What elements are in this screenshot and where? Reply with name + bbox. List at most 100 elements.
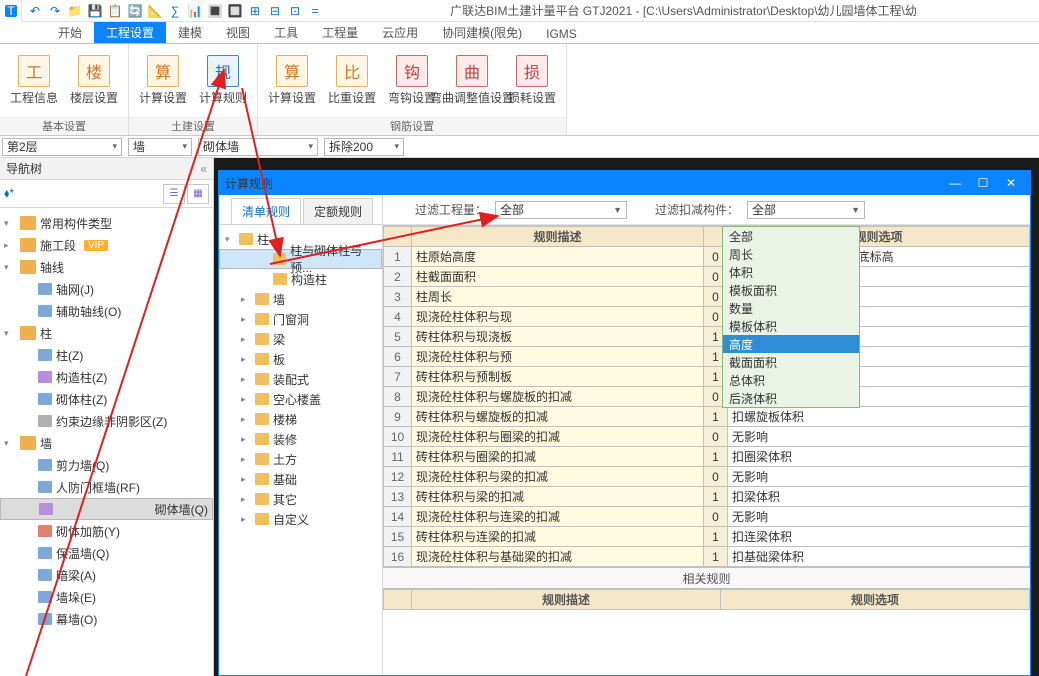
qa-icon[interactable]: 📋 xyxy=(106,2,124,20)
dropdown-option[interactable]: 总体积 xyxy=(723,371,859,389)
category-node[interactable]: ▸土方 xyxy=(219,449,382,469)
ribbon-tab[interactable]: 工程设置 xyxy=(94,22,166,43)
qa-icon[interactable]: ↶ xyxy=(26,2,44,20)
dropdown-option[interactable]: 周长 xyxy=(723,245,859,263)
tree-node[interactable]: 墙垛(E) xyxy=(0,586,213,608)
rule-row[interactable]: 2柱截面面积0截面面积 xyxy=(384,267,1030,287)
tree-node[interactable]: ▸施工段VIP xyxy=(0,234,213,256)
category-node[interactable]: ▸装修 xyxy=(219,429,382,449)
ribbon-tab[interactable]: 开始 xyxy=(46,22,94,43)
filter-select[interactable]: 砌体墙▾ xyxy=(198,138,318,156)
maximize-button[interactable]: ☐ xyxy=(970,173,996,193)
tree-node[interactable]: 辅助轴线(O) xyxy=(0,300,213,322)
category-node[interactable]: ▸梁 xyxy=(219,329,382,349)
qa-icon[interactable]: 🔲 xyxy=(226,2,244,20)
ribbon-tab[interactable]: 工程量 xyxy=(310,22,370,43)
tree-node[interactable]: 砌体墙(Q) xyxy=(0,498,213,520)
tree-node[interactable]: ▾常用构件类型 xyxy=(0,212,213,234)
dropdown-option[interactable]: 模板体积 xyxy=(723,317,859,335)
category-node[interactable]: ▸楼梯 xyxy=(219,409,382,429)
dropdown-option[interactable]: 全部 xyxy=(723,227,859,245)
qa-icon[interactable]: 📐 xyxy=(146,2,164,20)
filter-select[interactable]: 拆除200▾ xyxy=(324,138,404,156)
rule-row[interactable]: 3柱周长0取属性中柱截面周长值 xyxy=(384,287,1030,307)
tree-node[interactable]: 砌体柱(Z) xyxy=(0,388,213,410)
tree-node[interactable]: 剪力墙(Q) xyxy=(0,454,213,476)
rule-row[interactable]: 16现浇砼柱体积与基础梁的扣减1扣基础梁体积 xyxy=(384,547,1030,567)
dropdown-option[interactable]: 后浇体积 xyxy=(723,389,859,407)
qa-icon[interactable]: 📊 xyxy=(186,2,204,20)
rule-row[interactable]: 12现浇砼柱体积与梁的扣减0无影响 xyxy=(384,467,1030,487)
tree-node[interactable]: 构造柱(Z) xyxy=(0,366,213,388)
dropdown-option[interactable]: 模板面积 xyxy=(723,281,859,299)
qa-icon[interactable]: 🔄 xyxy=(126,2,144,20)
qa-icon[interactable]: 🔳 xyxy=(206,2,224,20)
filter-select[interactable]: 第2层▾ xyxy=(2,138,122,156)
category-node[interactable]: ▸其它 xyxy=(219,489,382,509)
dialog-tab[interactable]: 清单规则 xyxy=(231,198,301,224)
rule-row[interactable]: 8现浇砼柱体积与螺旋板的扣减0无影响 xyxy=(384,387,1030,407)
category-node[interactable]: ▸空心楼盖 xyxy=(219,389,382,409)
rule-row[interactable]: 5砖柱体积与现浇板1扣现浇板体积 xyxy=(384,327,1030,347)
ribbon-button[interactable]: 损损耗设置 xyxy=(502,51,562,110)
tree-node[interactable]: 暗梁(A) xyxy=(0,564,213,586)
tree-node[interactable]: 砌体加筋(Y) xyxy=(0,520,213,542)
rule-row[interactable]: 14现浇砼柱体积与连梁的扣减0无影响 xyxy=(384,507,1030,527)
ribbon-button[interactable]: 工工程信息 xyxy=(4,51,64,110)
tree-node[interactable]: 约束边缘非阴影区(Z) xyxy=(0,410,213,432)
dropdown-option[interactable]: 高度 xyxy=(723,335,859,353)
rule-row[interactable]: 10现浇砼柱体积与圈梁的扣减0无影响 xyxy=(384,427,1030,447)
rule-row[interactable]: 13砖柱体积与梁的扣减1扣梁体积 xyxy=(384,487,1030,507)
dropdown-option[interactable]: 体积 xyxy=(723,263,859,281)
rule-row[interactable]: 9砖柱体积与螺旋板的扣减1扣螺旋板体积 xyxy=(384,407,1030,427)
rule-row[interactable]: 15砖柱体积与连梁的扣减1扣连梁体积 xyxy=(384,527,1030,547)
ribbon-tab[interactable]: 工具 xyxy=(262,22,310,43)
ribbon-button[interactable]: 规计算规则 xyxy=(193,51,253,110)
tree-node[interactable]: 保温墙(Q) xyxy=(0,542,213,564)
nav-view-list-icon[interactable]: ☰ xyxy=(163,184,185,204)
tree-node[interactable]: 人防门框墙(RF) xyxy=(0,476,213,498)
ribbon-button[interactable]: 比比重设置 xyxy=(322,51,382,110)
filter-select[interactable]: 墙▾ xyxy=(128,138,192,156)
ribbon-button[interactable]: 算计算设置 xyxy=(262,51,322,110)
category-node[interactable]: 柱与砌体柱与预... xyxy=(219,249,382,269)
qa-icon[interactable]: 💾 xyxy=(86,2,104,20)
dropdown-option[interactable]: 数量 xyxy=(723,299,859,317)
dialog-tab[interactable]: 定额规则 xyxy=(303,198,373,224)
ribbon-button[interactable]: 算计算设置 xyxy=(133,51,193,110)
category-node[interactable]: ▸基础 xyxy=(219,469,382,489)
filter2-select[interactable]: 全部▼ xyxy=(747,201,865,219)
rule-row[interactable]: 4现浇砼柱体积与现0无影响 xyxy=(384,307,1030,327)
tree-node[interactable]: 柱(Z) xyxy=(0,344,213,366)
filter1-dropdown[interactable]: 全部周长体积模板面积数量模板体积高度截面面积总体积后浇体积 xyxy=(722,226,860,408)
rule-row[interactable]: 7砖柱体积与预制板1扣预制板体积 xyxy=(384,367,1030,387)
rule-row[interactable]: 6现浇砼柱体积与预1扣预制板体积 xyxy=(384,347,1030,367)
category-node[interactable]: ▸装配式 xyxy=(219,369,382,389)
tree-node[interactable]: 幕墙(O) xyxy=(0,608,213,630)
ribbon-button[interactable]: 曲弯曲调整值设置 xyxy=(442,51,502,110)
rule-row[interactable]: 1柱原始高度0原始高度 = 柱顶标高-柱底标高 xyxy=(384,247,1030,267)
category-node[interactable]: ▸门窗洞 xyxy=(219,309,382,329)
category-node[interactable]: ▸墙 xyxy=(219,289,382,309)
nav-tool-left[interactable]: ⬧* xyxy=(4,186,14,201)
close-button[interactable]: ✕ xyxy=(998,173,1024,193)
nav-pin-icon[interactable]: « xyxy=(200,162,207,176)
qa-icon[interactable]: ⊞ xyxy=(246,2,264,20)
dropdown-option[interactable]: 截面面积 xyxy=(723,353,859,371)
ribbon-tab[interactable]: 建模 xyxy=(166,22,214,43)
ribbon-button[interactable]: 楼楼层设置 xyxy=(64,51,124,110)
qa-icon[interactable]: ⊡ xyxy=(286,2,304,20)
ribbon-tab[interactable]: 视图 xyxy=(214,22,262,43)
ribbon-tab[interactable]: IGMS xyxy=(534,25,589,43)
filter1-select[interactable]: 全部▼ xyxy=(495,201,627,219)
tree-node[interactable]: ▾墙 xyxy=(0,432,213,454)
tree-node[interactable]: ▾柱 xyxy=(0,322,213,344)
ribbon-tab[interactable]: 协同建模(限免) xyxy=(430,22,534,43)
qa-icon[interactable]: ↷ xyxy=(46,2,64,20)
tree-node[interactable]: ▾轴线 xyxy=(0,256,213,278)
qa-icon[interactable]: 📁 xyxy=(66,2,84,20)
minimize-button[interactable]: — xyxy=(942,173,968,193)
category-node[interactable]: ▸自定义 xyxy=(219,509,382,529)
ribbon-tab[interactable]: 云应用 xyxy=(370,22,430,43)
tree-node[interactable]: 轴网(J) xyxy=(0,278,213,300)
